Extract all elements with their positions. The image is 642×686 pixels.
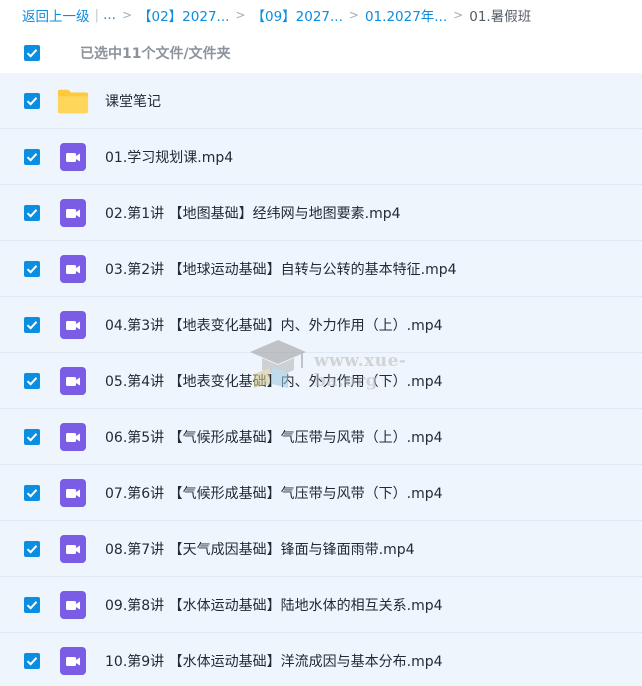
list-item[interactable]: 02.第1讲 【地图基础】经纬网与地图要素.mp4 bbox=[0, 185, 642, 241]
list-item[interactable]: 05.第4讲 【地表变化基础】内、外力作用（下）.mp4 bbox=[0, 353, 642, 409]
file-list: 课堂笔记 01.学习规划课.mp4 02.第1讲 【地图基础】经纬网与地图要素.… bbox=[0, 73, 642, 686]
checkmark-icon bbox=[26, 601, 38, 610]
breadcrumb-item[interactable]: 【09】2027... bbox=[251, 5, 342, 25]
list-item[interactable]: 10.第9讲 【水体运动基础】洋流成因与基本分布.mp4 bbox=[0, 633, 642, 686]
checkmark-icon bbox=[26, 97, 38, 106]
video-file-icon bbox=[57, 143, 89, 171]
file-name: 04.第3讲 【地表变化基础】内、外力作用（上）.mp4 bbox=[105, 318, 443, 334]
video-file-icon bbox=[57, 423, 89, 451]
row-checkbox[interactable] bbox=[24, 205, 40, 221]
checkmark-icon bbox=[26, 49, 38, 58]
list-item[interactable]: 08.第7讲 【天气成因基础】锋面与锋面雨带.mp4 bbox=[0, 521, 642, 577]
file-name: 03.第2讲 【地球运动基础】自转与公转的基本特征.mp4 bbox=[105, 262, 457, 278]
chevron-right-icon: > bbox=[348, 8, 359, 22]
checkmark-icon bbox=[26, 545, 38, 554]
checkmark-icon bbox=[26, 433, 38, 442]
checkmark-icon bbox=[26, 489, 38, 498]
video-file-icon bbox=[57, 255, 89, 283]
breadcrumb-divider: | bbox=[94, 7, 100, 23]
list-item[interactable]: 01.学习规划课.mp4 bbox=[0, 129, 642, 185]
chevron-right-icon: > bbox=[121, 8, 132, 22]
checkmark-icon bbox=[26, 209, 38, 218]
breadcrumb-item[interactable]: 【02】2027... bbox=[138, 5, 229, 25]
video-file-icon bbox=[57, 367, 89, 395]
back-link[interactable]: 返回上一级 bbox=[22, 5, 90, 25]
row-checkbox[interactable] bbox=[24, 597, 40, 613]
video-file-icon bbox=[57, 535, 89, 563]
file-name: 07.第6讲 【气候形成基础】气压带与风带（下）.mp4 bbox=[105, 486, 443, 502]
row-checkbox[interactable] bbox=[24, 429, 40, 445]
file-name: 10.第9讲 【水体运动基础】洋流成因与基本分布.mp4 bbox=[105, 654, 443, 670]
breadcrumb-item[interactable]: 01.2027年... bbox=[365, 5, 447, 25]
selection-header: 已选中11个文件/文件夹 bbox=[0, 34, 642, 72]
row-checkbox[interactable] bbox=[24, 317, 40, 333]
list-item[interactable]: 03.第2讲 【地球运动基础】自转与公转的基本特征.mp4 bbox=[0, 241, 642, 297]
row-checkbox[interactable] bbox=[24, 373, 40, 389]
video-file-icon bbox=[57, 647, 89, 675]
checkmark-icon bbox=[26, 657, 38, 666]
list-item[interactable]: 07.第6讲 【气候形成基础】气压带与风带（下）.mp4 bbox=[0, 465, 642, 521]
checkmark-icon bbox=[26, 265, 38, 274]
chevron-right-icon: > bbox=[235, 8, 246, 22]
video-file-icon bbox=[57, 199, 89, 227]
row-checkbox[interactable] bbox=[24, 653, 40, 669]
file-name: 01.学习规划课.mp4 bbox=[105, 150, 234, 166]
file-name: 05.第4讲 【地表变化基础】内、外力作用（下）.mp4 bbox=[105, 374, 443, 390]
file-name: 09.第8讲 【水体运动基础】陆地水体的相互关系.mp4 bbox=[105, 598, 443, 614]
select-all-checkbox[interactable] bbox=[24, 45, 40, 61]
row-checkbox[interactable] bbox=[24, 93, 40, 109]
video-file-icon bbox=[57, 311, 89, 339]
checkmark-icon bbox=[26, 377, 38, 386]
list-item[interactable]: 06.第5讲 【气候形成基础】气压带与风带（上）.mp4 bbox=[0, 409, 642, 465]
checkmark-icon bbox=[26, 321, 38, 330]
row-checkbox[interactable] bbox=[24, 149, 40, 165]
chevron-right-icon: > bbox=[453, 8, 464, 22]
row-checkbox[interactable] bbox=[24, 261, 40, 277]
file-browser: 返回上一级 | ... > 【02】2027... > 【09】2027... … bbox=[0, 0, 642, 686]
checkmark-icon bbox=[26, 153, 38, 162]
list-item[interactable]: 课堂笔记 bbox=[0, 73, 642, 129]
video-file-icon bbox=[57, 591, 89, 619]
row-checkbox[interactable] bbox=[24, 541, 40, 557]
file-name: 06.第5讲 【气候形成基础】气压带与风带（上）.mp4 bbox=[105, 430, 443, 446]
folder-icon bbox=[57, 87, 89, 115]
breadcrumb-current: 01.暑假班 bbox=[469, 9, 532, 25]
breadcrumb-ellipsis[interactable]: ... bbox=[103, 7, 116, 23]
file-name: 课堂笔记 bbox=[105, 94, 161, 110]
video-file-icon bbox=[57, 479, 89, 507]
row-checkbox[interactable] bbox=[24, 485, 40, 501]
file-name: 08.第7讲 【天气成因基础】锋面与锋面雨带.mp4 bbox=[105, 542, 415, 558]
selection-summary: 已选中11个文件/文件夹 bbox=[80, 46, 231, 62]
breadcrumb: 返回上一级 | ... > 【02】2027... > 【09】2027... … bbox=[22, 0, 637, 30]
list-item[interactable]: 04.第3讲 【地表变化基础】内、外力作用（上）.mp4 bbox=[0, 297, 642, 353]
file-name: 02.第1讲 【地图基础】经纬网与地图要素.mp4 bbox=[105, 206, 401, 222]
list-item[interactable]: 09.第8讲 【水体运动基础】陆地水体的相互关系.mp4 bbox=[0, 577, 642, 633]
